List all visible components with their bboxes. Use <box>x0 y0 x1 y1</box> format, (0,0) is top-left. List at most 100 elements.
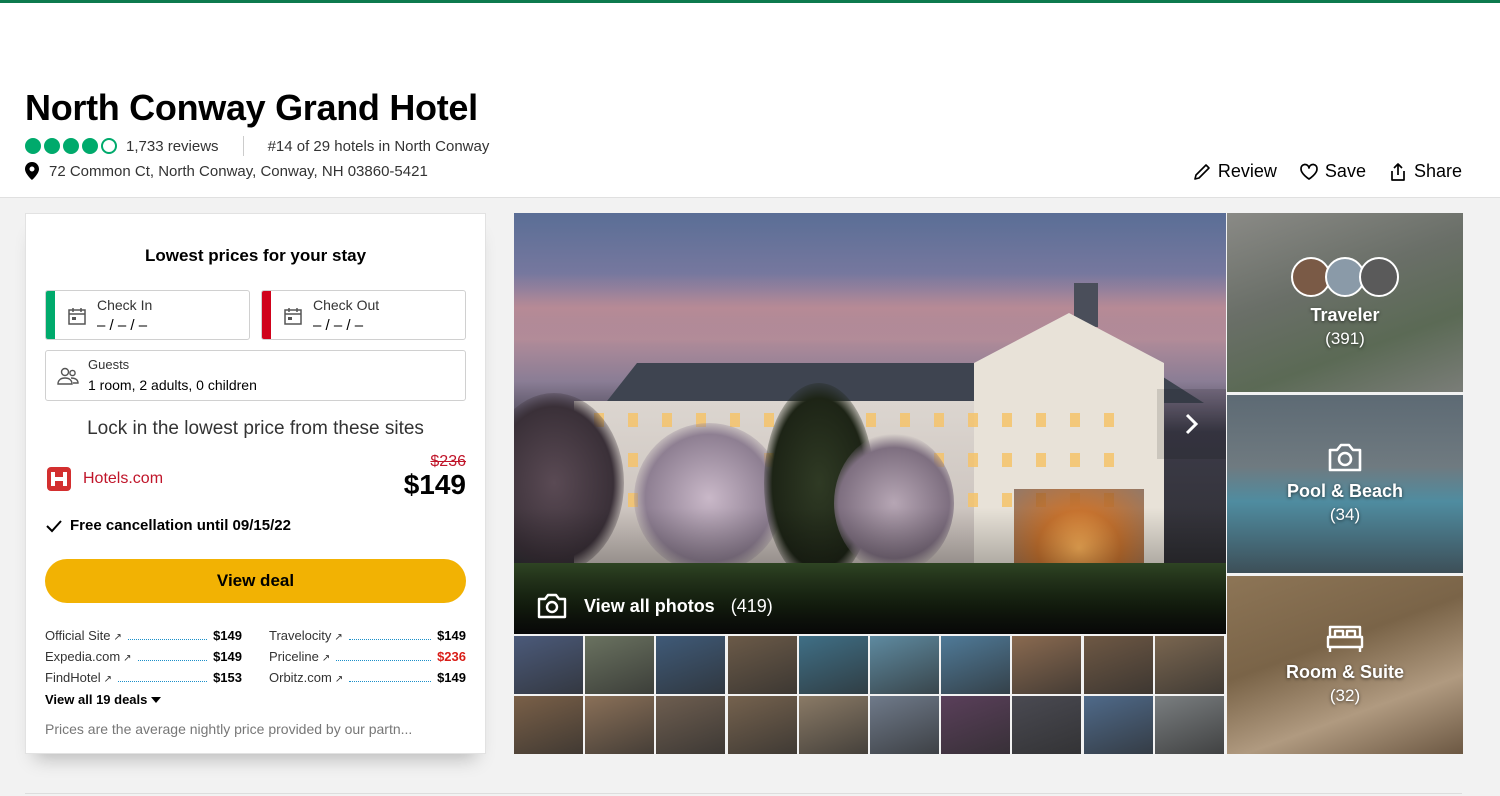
share-button-label: Share <box>1413 161 1462 181</box>
photo-thumbnail[interactable] <box>941 636 1011 694</box>
room-tile-title: Room & Suite <box>1285 662 1404 682</box>
photo-thumbnail[interactable] <box>798 636 868 694</box>
calendar-icon <box>284 308 302 325</box>
view-all-photos-count: (419) <box>730 595 773 616</box>
rating-bubble-icon <box>25 138 41 154</box>
save-button[interactable]: Save <box>1299 161 1366 182</box>
deal-item[interactable]: Expedia.com ↗ $149 <box>45 649 242 666</box>
photo-thumbnail[interactable] <box>727 696 797 754</box>
divider <box>25 793 1462 794</box>
view-deal-button[interactable]: View deal <box>45 559 466 603</box>
check-out-value: – / – / – <box>313 317 364 334</box>
dotted-leader <box>348 639 432 640</box>
share-button[interactable]: Share <box>1388 161 1462 182</box>
deal-site-name: Travelocity <box>269 628 332 643</box>
dotted-leader <box>118 681 208 682</box>
external-link-icon: ↗ <box>103 674 113 685</box>
pencil-icon <box>1194 163 1210 180</box>
photo-thumbnail[interactable] <box>1154 636 1224 694</box>
rating-bubble-icon <box>63 138 79 154</box>
hotel-ranking[interactable]: #14 of 29 hotels in North Conway <box>268 138 490 155</box>
photo-thumbnail[interactable] <box>1012 696 1082 754</box>
calendar-icon <box>68 308 86 325</box>
view-all-photos-button[interactable]: View all photos (419) <box>536 593 773 619</box>
photo-thumbnail[interactable] <box>1154 696 1224 754</box>
deal-item[interactable]: FindHotel ↗ $153 <box>45 670 242 687</box>
photo-thumbnail[interactable] <box>798 696 868 754</box>
deal-item[interactable]: Priceline ↗ $236 <box>269 649 466 666</box>
heart-icon <box>1300 163 1318 180</box>
deal-site-price: $149 <box>213 649 242 664</box>
pool-beach-photos-tile[interactable]: Pool & Beach (34) <box>1227 395 1463 573</box>
guests-field[interactable]: Guests 1 room, 2 adults, 0 children <box>45 350 466 401</box>
deal-site-price: $149 <box>437 628 466 643</box>
share-icon <box>1391 162 1405 181</box>
deal-item[interactable]: Official Site ↗ $149 <box>45 628 242 645</box>
photo-thumbnail[interactable] <box>585 696 655 754</box>
check-out-field[interactable]: Check Out – / – / – <box>261 290 466 340</box>
photo-thumbnail[interactable] <box>514 636 583 694</box>
external-link-icon: ↗ <box>334 632 343 643</box>
chevron-right-icon <box>1185 413 1198 435</box>
traveler-tile-title: Traveler <box>1310 304 1380 325</box>
rating-row: 1,733 reviews #14 of 29 hotels in North … <box>25 136 489 156</box>
photo-thumbnail[interactable] <box>869 696 939 754</box>
rating-bubbles[interactable] <box>25 138 117 154</box>
address-row: 72 Common Ct, North Conway, Conway, NH 0… <box>25 162 428 180</box>
deal-site-price: $149 <box>437 670 466 685</box>
rating-bubble-icon <box>44 138 60 154</box>
hotel-header: North Conway Grand Hotel 1,733 reviews #… <box>0 0 1500 198</box>
view-all-deals-label: View all 19 deals <box>45 692 148 707</box>
view-all-deals-link[interactable]: View all 19 deals <box>45 692 162 707</box>
header-actions: Review Save Share <box>1192 161 1462 182</box>
rating-bubble-empty-icon <box>101 138 117 154</box>
deal-item[interactable]: Orbitz.com ↗ $149 <box>269 670 466 687</box>
traveler-photos-tile[interactable]: Traveler (391) <box>1227 213 1463 392</box>
photo-thumbnail[interactable] <box>869 636 939 694</box>
dotted-leader <box>127 639 208 640</box>
hero-photo[interactable]: View all photos (419) <box>514 213 1226 634</box>
deal-price: $149 <box>403 469 466 500</box>
free-cancellation: Free cancellation until 09/15/22 <box>46 517 291 534</box>
save-button-label: Save <box>1324 161 1366 181</box>
photo-thumbnail[interactable] <box>656 696 726 754</box>
deal-site-name: Priceline <box>269 649 319 664</box>
provider-logo[interactable]: Hotels.com <box>45 465 163 493</box>
hotel-address[interactable]: 72 Common Ct, North Conway, Conway, NH 0… <box>49 163 428 180</box>
photo-thumbnail[interactable] <box>514 696 583 754</box>
check-in-accent <box>46 291 55 339</box>
next-photo-button[interactable] <box>1157 389 1226 459</box>
photo-thumbnail[interactable] <box>1083 636 1153 694</box>
pool-tile-count: (34) <box>1329 505 1361 524</box>
bed-icon <box>1326 625 1364 652</box>
check-in-field[interactable]: Check In – / – / – <box>45 290 250 340</box>
check-in-label: Check In <box>97 297 153 313</box>
camera-icon <box>537 593 567 619</box>
photo-thumbnail[interactable] <box>1012 636 1082 694</box>
camera-icon <box>1328 443 1362 472</box>
external-link-icon: ↗ <box>321 653 331 664</box>
photo-thumbnail[interactable] <box>1083 696 1153 754</box>
photo-thumbnail[interactable] <box>727 636 797 694</box>
review-button[interactable]: Review <box>1192 161 1277 182</box>
deals-list: Official Site ↗ $149 Travelocity ↗ $149 Expe… <box>45 628 466 687</box>
rating-bubble-icon <box>82 138 98 154</box>
provider-name: Hotels.com <box>83 470 164 487</box>
lock-in-text: Lock in the lowest price from these site… <box>87 418 424 439</box>
photo-thumbnail[interactable] <box>656 636 726 694</box>
dotted-leader <box>137 660 208 661</box>
deal-site-price: $236 <box>437 649 466 664</box>
external-link-icon: ↗ <box>334 674 344 685</box>
deal-item[interactable]: Travelocity ↗ $149 <box>269 628 466 645</box>
deal-site-price: $153 <box>213 670 242 685</box>
room-suite-photos-tile[interactable]: Room & Suite (32) <box>1227 576 1463 754</box>
photo-thumbnail[interactable] <box>941 696 1011 754</box>
photo-thumbnail[interactable] <box>585 636 655 694</box>
external-link-icon: ↗ <box>113 632 122 643</box>
check-in-value: – / – / – <box>97 317 148 334</box>
deal-site-name: Orbitz.com <box>269 670 332 685</box>
external-link-icon: ↗ <box>123 653 132 664</box>
dotted-leader <box>336 660 432 661</box>
review-count-link[interactable]: 1,733 reviews <box>126 138 219 155</box>
checkmark-icon <box>46 519 62 532</box>
